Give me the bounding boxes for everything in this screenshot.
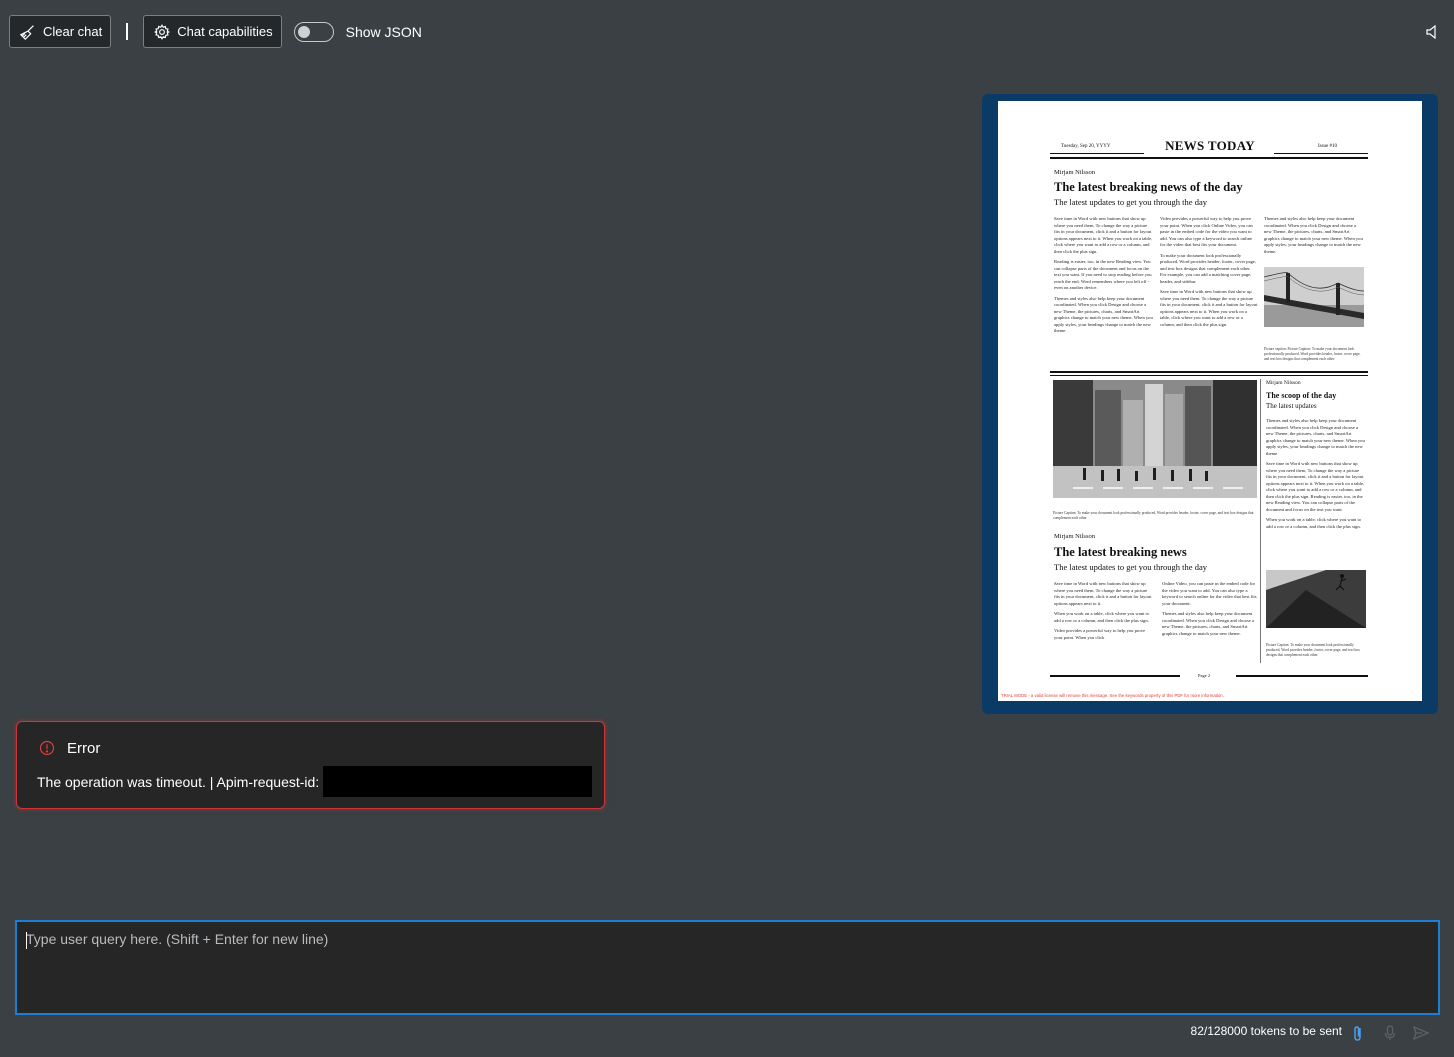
toggle-knob (297, 25, 310, 38)
doc-column-1: Save time in Word with new buttons that … (1054, 216, 1154, 339)
speaker-icon[interactable] (1423, 23, 1441, 41)
doc-paragraph: Video provides a powerful way to help yo… (1054, 628, 1146, 640)
paperclip-icon[interactable] (1349, 1024, 1367, 1042)
trial-notice: TRIAL MODE - a valid license will remove… (1001, 693, 1224, 698)
doc-column-3: Themes and styles also help keep your do… (1264, 216, 1364, 259)
user-message-image: Tuesday, Sep 20, YYYY NEWS TODAY Issue #… (982, 94, 1438, 714)
doc-paragraph: Themes and styles also help keep your do… (1054, 295, 1153, 334)
doc-author-3: Mirjam Nilsson (1266, 380, 1301, 386)
masthead-rule-left (1050, 153, 1144, 154)
clear-chat-button[interactable]: Clear chat (9, 15, 112, 48)
bridge-photo (1264, 267, 1364, 327)
doc-paragraph: Save time in Word with new buttons that … (1266, 461, 1365, 512)
footer: 82/128000 tokens to be sent (0, 1024, 1454, 1044)
error-title: Error (67, 740, 101, 757)
doc-paragraph: Reading is easier, too, in the new Readi… (1054, 259, 1152, 290)
doc-subhead-1: The latest updates to get you through th… (1054, 197, 1207, 207)
doc-column-4: Save time in Word with new buttons that … (1054, 581, 1152, 645)
doc-paragraph: When you work on a table, click where yo… (1266, 517, 1362, 529)
doc-column-5: Online Video, you can paste in the embed… (1162, 581, 1258, 641)
toolbar-divider (126, 23, 129, 40)
doc-paragraph: Themes and styles also help keep your do… (1162, 611, 1255, 636)
masthead-rule-right (1274, 153, 1368, 154)
doc-author-1: Mirjam Nilsson (1054, 169, 1095, 176)
doc-paragraph: Themes and styles also help keep your do… (1266, 418, 1365, 456)
masthead-rule (1050, 157, 1368, 159)
document-preview: Tuesday, Sep 20, YYYY NEWS TODAY Issue #… (998, 101, 1422, 701)
text-caret (26, 932, 27, 949)
info-circle-icon (39, 740, 55, 756)
microphone-icon[interactable] (1381, 1024, 1399, 1042)
caption-runner: Picture Caption: To make your document l… (1266, 643, 1360, 657)
query-input[interactable] (17, 922, 1438, 1013)
gear-icon (154, 23, 171, 40)
section-rule (1050, 371, 1368, 373)
redacted-request-id (323, 766, 592, 797)
doc-page-number: Page 2 (1198, 673, 1211, 678)
query-input-box (15, 920, 1440, 1015)
send-icon[interactable] (1412, 1024, 1430, 1042)
doc-column-2: Video provides a powerful way to help yo… (1160, 216, 1258, 332)
show-json-toggle[interactable] (293, 21, 334, 42)
token-counter: 82/128000 tokens to be sent (1190, 1024, 1342, 1038)
doc-paragraph: Online Video, you can paste in the embed… (1162, 581, 1257, 606)
doc-author-2: Mirjam Nilsson (1054, 533, 1095, 540)
column-divider (1260, 379, 1261, 663)
doc-paragraph: To make your document look professionall… (1160, 252, 1257, 284)
doc-masthead: NEWS TODAY (1165, 138, 1255, 153)
error-message: Error The operation was timeout. | Apim-… (16, 721, 605, 809)
doc-paragraph: Save time in Word with new buttons that … (1054, 581, 1152, 606)
doc-subhead-3: The latest updates (1266, 402, 1317, 410)
toolbar: Clear chat Chat capabilities Show JSON (9, 14, 422, 49)
footer-rule-left (1050, 675, 1180, 677)
show-json-label: Show JSON (345, 23, 422, 40)
error-text: The operation was timeout. | Apim-reques… (37, 774, 320, 790)
caption-bridge: Picture caption: Picture Caption: To mak… (1264, 347, 1361, 361)
doc-issue: Issue #10 (1318, 144, 1338, 149)
caption-city: Picture Caption: To make your document l… (1053, 511, 1254, 520)
city-photo (1053, 380, 1257, 498)
section-rule-2 (1050, 375, 1368, 376)
chat-capabilities-button[interactable]: Chat capabilities (143, 15, 282, 48)
doc-subhead-2: The latest updates to get you through th… (1054, 562, 1207, 572)
doc-headline-1: The latest breaking news of the day (1054, 180, 1243, 194)
broom-icon (19, 24, 34, 40)
footer-rule-right (1236, 675, 1368, 677)
doc-paragraph: Save time in Word with new buttons that … (1054, 216, 1153, 254)
doc-paragraph: When you work on a table, click where yo… (1054, 611, 1150, 623)
runner-photo (1266, 570, 1366, 628)
clear-chat-label: Clear chat (43, 24, 103, 39)
doc-paragraph: Save time in Word with new buttons that … (1160, 289, 1258, 327)
chat-capabilities-label: Chat capabilities (177, 24, 273, 39)
doc-headline-3: The scoop of the day (1266, 391, 1337, 400)
doc-headline-2: The latest breaking news (1054, 545, 1187, 559)
doc-column-6: Themes and styles also help keep your do… (1266, 418, 1366, 534)
doc-paragraph: Themes and styles also help keep your do… (1264, 216, 1363, 254)
doc-paragraph: Video provides a powerful way to help yo… (1160, 216, 1253, 247)
